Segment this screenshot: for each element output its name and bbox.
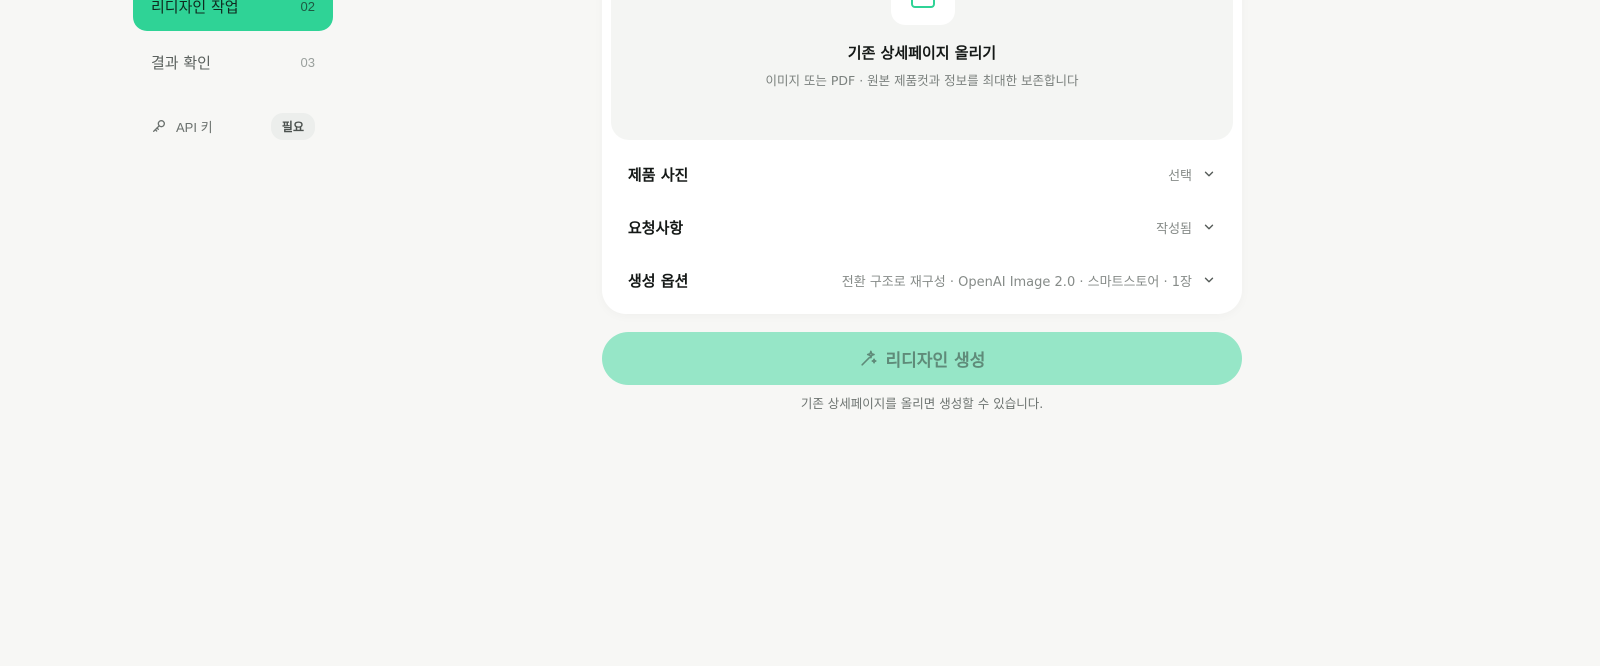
- section-generation-options[interactable]: 생성 옵션 전환 구조로 재구성 · OpenAI Image 2.0 · 스마…: [628, 262, 1216, 298]
- chevron-down-icon: [1204, 277, 1214, 283]
- sidebar-item-step-number: 03: [300, 54, 315, 70]
- api-key-label: API 키: [176, 119, 213, 135]
- generate-redesign-button[interactable]: 리디자인 생성: [602, 332, 1242, 385]
- key-icon: [153, 120, 165, 132]
- section-title: 생성 옵션: [628, 271, 689, 290]
- generate-button-label: 리디자인 생성: [885, 351, 986, 371]
- section-requests[interactable]: 요청사항 작성됨: [628, 209, 1216, 245]
- page: 리디자인 작업 02 결과 확인 03 API 키 필요 기존 상세페이지 올리…: [0, 0, 1600, 666]
- section-title: 제품 사진: [628, 165, 689, 184]
- section-value: 작성됨: [1156, 221, 1192, 237]
- section-title: 요청사항: [628, 218, 684, 237]
- section-product-photos[interactable]: 제품 사진 선택: [628, 156, 1216, 192]
- sidebar-item-step-number: 02: [300, 0, 315, 14]
- generate-hint: 기존 상세페이지를 올리면 생성할 수 있습니다.: [800, 396, 1044, 411]
- sidebar-item-label: 결과 확인: [151, 53, 211, 72]
- section-value: 전환 구조로 재구성 · OpenAI Image 2.0 · 스마트스토어 ·…: [841, 274, 1192, 290]
- sidebar-item-redesign[interactable]: 리디자인 작업 02: [133, 0, 333, 31]
- sparkle-wand-icon: [860, 350, 877, 366]
- sidebar-item-results[interactable]: 결과 확인 03: [133, 37, 333, 87]
- status-badge: 필요: [270, 112, 315, 140]
- upload-title: 기존 상세페이지 올리기: [847, 44, 997, 62]
- chevron-down-icon: [1204, 171, 1214, 177]
- sidebar-item-label: 리디자인 작업: [151, 0, 239, 16]
- upload-icon: [891, 0, 955, 25]
- sidebar-item-api-key[interactable]: API 키 필요: [133, 111, 333, 141]
- redesign-form-card: 기존 상세페이지 올리기 이미지 또는 PDF · 원본 제품컷과 정보를 최대…: [602, 0, 1242, 314]
- upload-dropzone[interactable]: 기존 상세페이지 올리기 이미지 또는 PDF · 원본 제품컷과 정보를 최대…: [611, 0, 1233, 140]
- chevron-down-icon: [1204, 224, 1214, 230]
- section-value: 선택: [1168, 168, 1192, 184]
- upload-subtitle: 이미지 또는 PDF · 원본 제품컷과 정보를 최대한 보존합니다: [765, 73, 1079, 88]
